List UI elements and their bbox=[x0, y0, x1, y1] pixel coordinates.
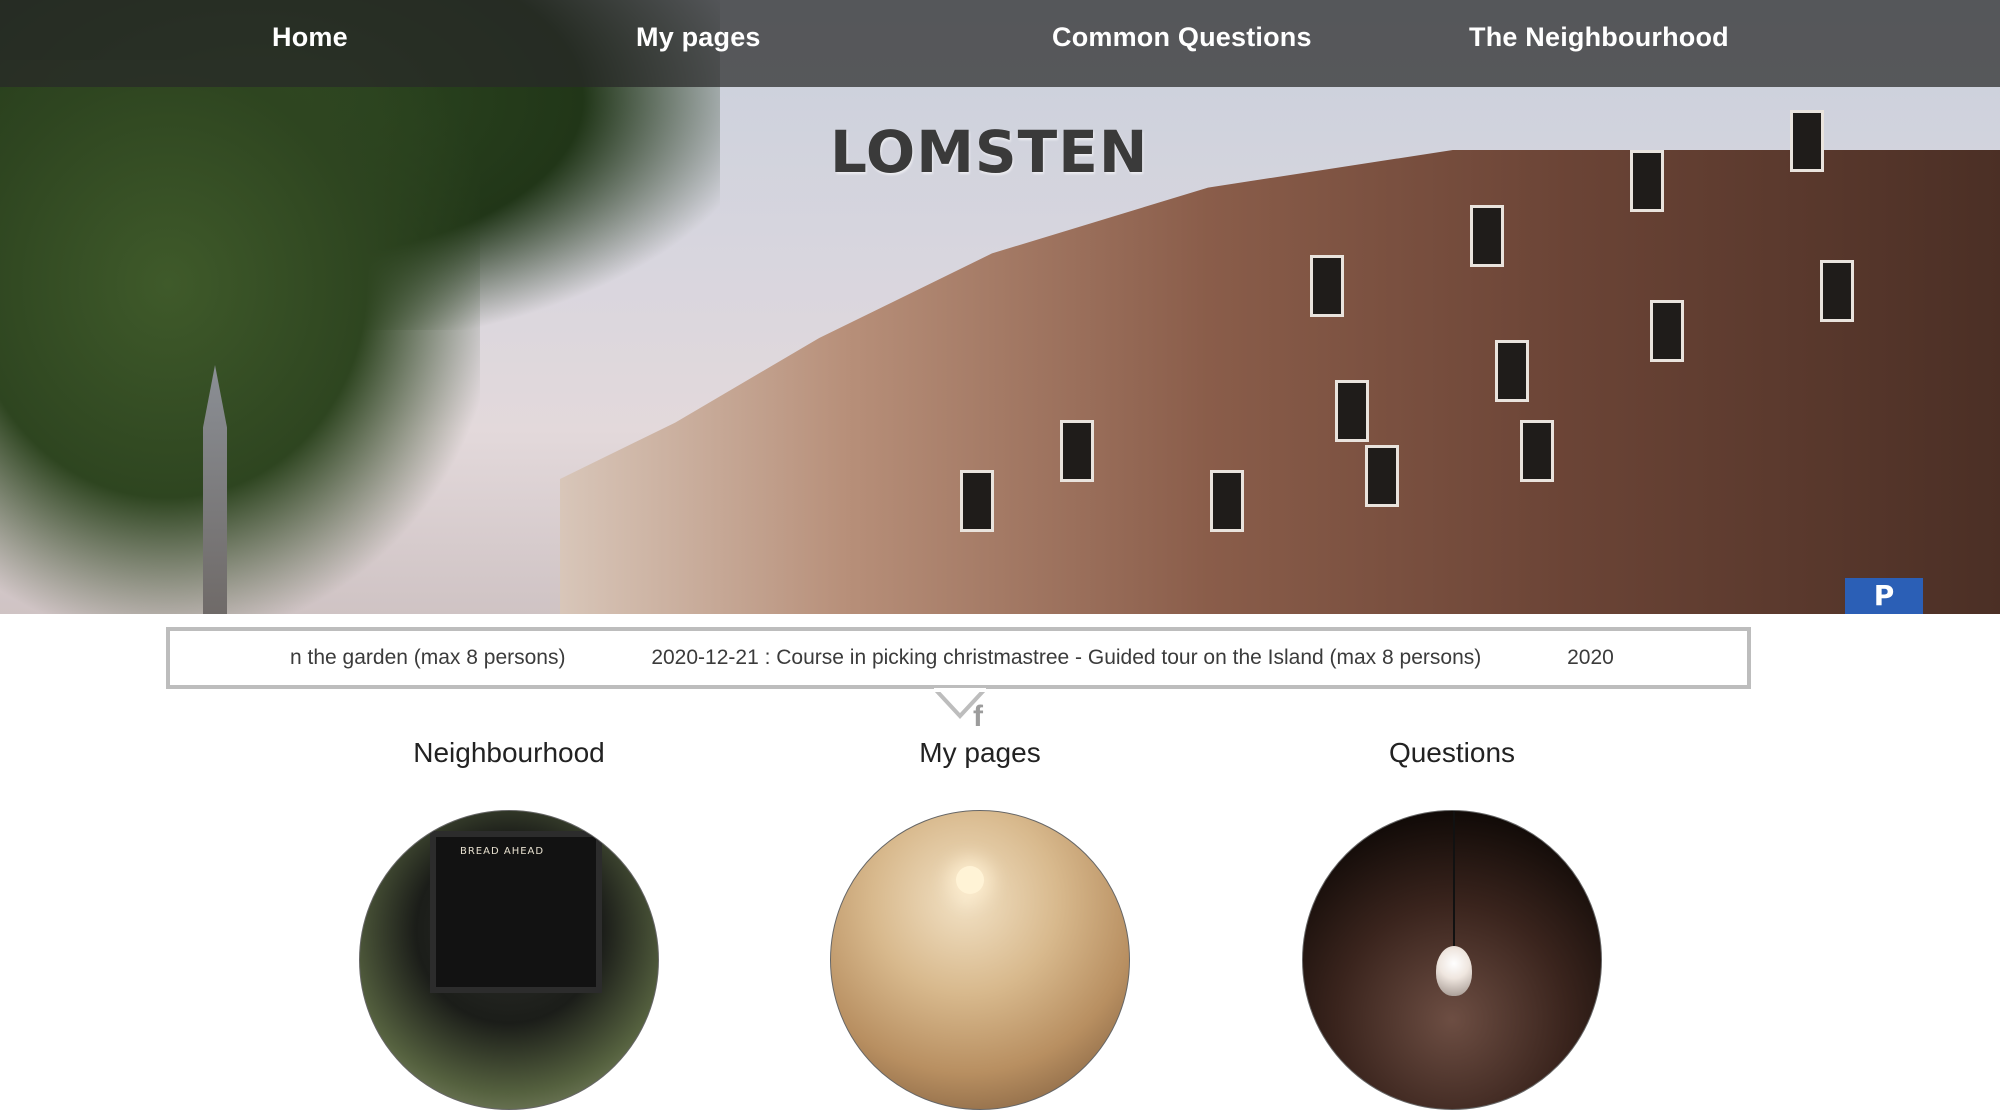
light-bulb-icon bbox=[1436, 946, 1472, 996]
nav-the-neighbourhood[interactable]: The Neighbourhood bbox=[1469, 22, 1729, 53]
ticker-item: 2020 bbox=[1567, 646, 1614, 669]
nav-my-pages[interactable]: My pages bbox=[636, 22, 761, 53]
window bbox=[1060, 420, 1094, 482]
window bbox=[1470, 205, 1504, 267]
site-title: LOMSTEN bbox=[830, 118, 1149, 186]
window bbox=[1495, 340, 1529, 402]
window bbox=[1520, 420, 1554, 482]
questions-image-link[interactable] bbox=[1302, 810, 1602, 1110]
window bbox=[960, 470, 994, 532]
lamp-cord bbox=[1453, 811, 1455, 951]
facebook-icon[interactable]: f bbox=[973, 700, 983, 734]
section-title-questions: Questions bbox=[1388, 737, 1516, 768]
window bbox=[1365, 445, 1399, 507]
lamp-icon bbox=[956, 866, 984, 894]
ticker-item: n the garden (max 8 persons) bbox=[290, 646, 566, 669]
hero-banner: P bbox=[0, 0, 2000, 614]
window bbox=[1790, 110, 1824, 172]
news-ticker: n the garden (max 8 persons) 2020-12-21 … bbox=[166, 627, 1751, 689]
ticker-item: 2020-12-21 : Course in picking christmas… bbox=[651, 646, 1482, 669]
window bbox=[1210, 470, 1244, 532]
window bbox=[1310, 255, 1344, 317]
section-title-neighbourhood: Neighbourhood bbox=[413, 737, 605, 768]
ticker-track: n the garden (max 8 persons) 2020-12-21 … bbox=[290, 646, 1694, 670]
nav-common-questions[interactable]: Common Questions bbox=[1052, 22, 1312, 53]
top-navigation: Home My pages Common Questions The Neigh… bbox=[0, 0, 2000, 87]
window bbox=[1335, 380, 1369, 442]
nav-home[interactable]: Home bbox=[272, 22, 348, 53]
window bbox=[1630, 150, 1664, 212]
shop-sign-text: BREAD AHEAD bbox=[460, 846, 545, 857]
window bbox=[1820, 260, 1854, 322]
window bbox=[1650, 300, 1684, 362]
building-facade bbox=[560, 150, 2000, 614]
neighbourhood-image-link[interactable]: BREAD AHEAD bbox=[359, 810, 659, 1110]
section-title-my-pages: My pages bbox=[919, 737, 1041, 768]
tree-foliage-lower bbox=[0, 60, 480, 614]
parking-sign: P bbox=[1845, 578, 1923, 614]
my-pages-image-link[interactable] bbox=[830, 810, 1130, 1110]
